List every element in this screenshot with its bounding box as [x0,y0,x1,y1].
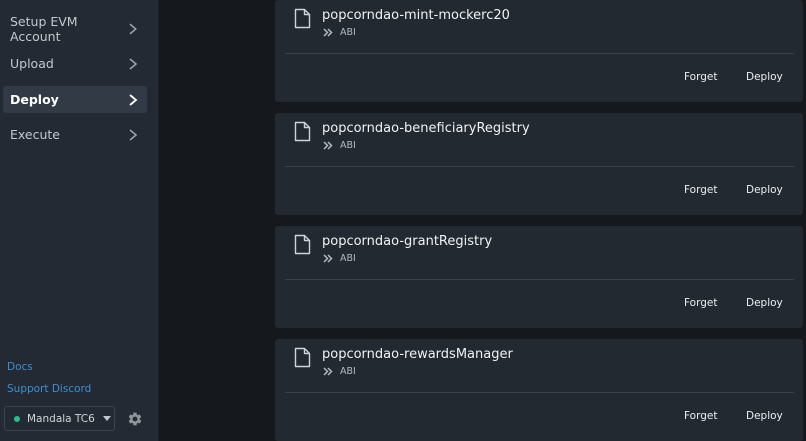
double-chevron-right-icon [323,254,333,263]
chevron-right-icon [129,57,138,70]
forget-button[interactable]: Forget [684,184,717,196]
sidebar-item-label: Deploy [10,92,59,107]
caret-down-icon [102,416,111,421]
sidebar-item-upload[interactable]: Upload [3,50,147,77]
double-chevron-right-icon [323,28,333,37]
double-chevron-right-icon [323,367,333,376]
contract-name: popcorndao-mint-mockerc20 [322,8,510,23]
app-root: Setup EVM Account Upload Deploy Execute … [0,0,806,441]
sidebar-item-label: Upload [10,56,54,71]
file-icon [294,347,311,368]
docs-link[interactable]: Docs [7,361,33,373]
file-icon [294,8,311,29]
sidebar-item-deploy[interactable]: Deploy [3,86,147,113]
double-chevron-right-icon [323,141,333,150]
deploy-button[interactable]: Deploy [746,297,783,309]
file-icon [294,234,311,255]
chevron-right-icon [129,93,138,106]
card-divider [285,279,794,280]
network-label: Mandala TC6 [27,412,95,425]
contract-card: popcorndao-mint-mockerc20 ABI Forget Dep… [275,0,803,102]
network-selector[interactable]: Mandala TC6 [4,406,115,431]
support-discord-link[interactable]: Support Discord [7,383,91,395]
abi-toggle[interactable]: ABI [323,27,356,38]
contract-name: popcorndao-grantRegistry [322,234,493,249]
sidebar-item-execute[interactable]: Execute [3,121,147,148]
contract-name: popcorndao-rewardsManager [322,347,513,362]
deploy-button[interactable]: Deploy [746,410,783,422]
sidebar-item-label: Setup EVM Account [10,13,78,44]
card-divider [285,392,794,393]
sidebar-item-setup-evm-account[interactable]: Setup EVM Account [3,13,147,44]
abi-toggle[interactable]: ABI [323,140,356,151]
contract-name: popcorndao-beneficiaryRegistry [322,121,530,136]
abi-label: ABI [340,140,356,151]
contract-card: popcorndao-rewardsManager ABI Forget Dep… [275,339,803,441]
sidebar-item-label: Execute [10,127,60,142]
forget-button[interactable]: Forget [684,297,717,309]
file-icon [294,121,311,142]
abi-label: ABI [340,27,356,38]
deploy-button[interactable]: Deploy [746,184,783,196]
contract-card: popcorndao-beneficiaryRegistry ABI Forge… [275,113,803,215]
network-status-dot [14,415,20,422]
card-divider [285,166,794,167]
abi-toggle[interactable]: ABI [323,253,356,264]
forget-button[interactable]: Forget [684,410,717,422]
chevron-right-icon [129,128,138,141]
forget-button[interactable]: Forget [684,71,717,83]
sidebar: Setup EVM Account Upload Deploy Execute … [0,0,159,441]
abi-label: ABI [340,253,356,264]
abi-label: ABI [340,366,356,377]
abi-toggle[interactable]: ABI [323,366,356,377]
chevron-right-icon [129,23,138,34]
contract-card: popcorndao-grantRegistry ABI Forget Depl… [275,226,803,328]
gear-icon[interactable] [127,411,143,427]
deploy-button[interactable]: Deploy [746,71,783,83]
card-divider [285,53,794,54]
